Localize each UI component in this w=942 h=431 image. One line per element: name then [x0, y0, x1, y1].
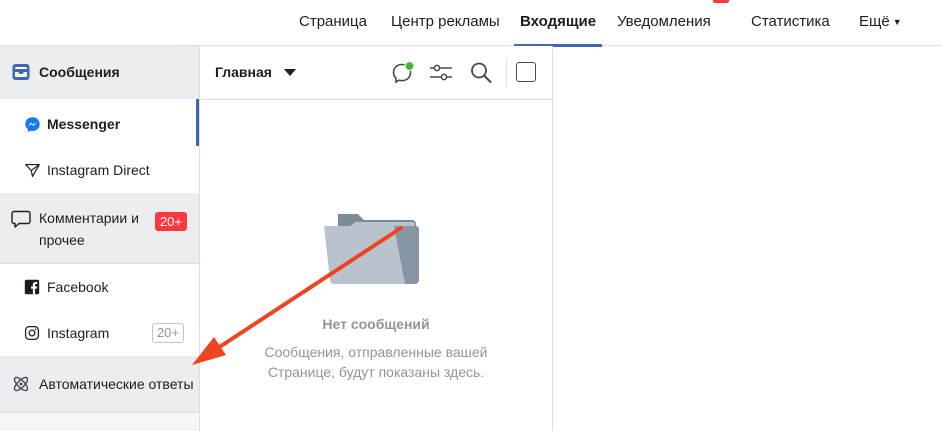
instagram-count-badge: 20+: [151, 323, 184, 343]
filter-settings-icon[interactable]: [428, 60, 454, 86]
sidebar-item-messages-label: Сообщения: [39, 64, 120, 80]
caret-down-icon[interactable]: [284, 69, 296, 76]
tab-more[interactable]: Ещё ▼: [859, 0, 902, 46]
folder-icon: [324, 214, 419, 284]
tab-inbox-label: Входящие: [520, 13, 597, 30]
facebook-icon: [22, 277, 42, 297]
chevron-down-icon: ▼: [892, 17, 902, 27]
paper-plane-icon: [22, 160, 42, 180]
empty-state-description: Сообщения, отправленные вашей Странице, …: [200, 342, 552, 382]
top-navigation: Страница Центр рекламы Входящие Уведомле…: [0, 0, 942, 47]
notifications-badge: 1: [712, 0, 729, 3]
sidebar-item-comments-label-line2: прочее: [39, 232, 85, 248]
tab-statistics-label: Статистика: [751, 13, 830, 30]
tab-ads-center[interactable]: Центр рекламы: [391, 0, 500, 46]
sidebar-item-messenger-label: Messenger: [47, 116, 121, 132]
tab-more-label: Ещё: [859, 13, 890, 30]
new-message-icon[interactable]: [390, 60, 416, 86]
tab-ads-center-label: Центр рекламы: [391, 13, 500, 30]
sidebar-item-comments[interactable]: Комментарии и прочее 20+: [0, 193, 199, 263]
conversation-list: Главная Нет сообщений Сообщения, отправл…: [200, 46, 553, 431]
inbox-sidebar: Сообщения Messenger Instagram Direct Ком…: [0, 46, 200, 431]
tab-inbox[interactable]: Входящие: [513, 0, 603, 47]
sidebar-item-instagram[interactable]: Instagram 20+: [0, 310, 199, 356]
sidebar-item-messages[interactable]: Сообщения: [0, 46, 199, 99]
comments-count-badge: 20+: [154, 212, 187, 231]
sidebar-item-instagram-label: Instagram: [47, 325, 110, 341]
sidebar-item-auto-replies[interactable]: Автоматические ответы: [0, 356, 199, 412]
speech-bubble-icon: [11, 209, 31, 229]
search-icon[interactable]: [468, 60, 494, 86]
sidebar-item-facebook-label: Facebook: [47, 279, 109, 295]
tab-statistics[interactable]: Статистика: [751, 0, 830, 46]
sidebar-item-comments-label-line1: Комментарии и: [39, 210, 139, 226]
empty-state-title: Нет сообщений: [322, 316, 430, 332]
sidebar-item-instagram-direct-label: Instagram Direct: [47, 162, 150, 178]
sidebar-item-messenger[interactable]: Messenger: [0, 99, 199, 146]
tab-page-label: Страница: [299, 13, 367, 30]
tab-page[interactable]: Страница: [299, 0, 367, 46]
folder-filter-dropdown[interactable]: Главная: [215, 64, 272, 80]
tab-notifications-label: Уведомления: [617, 13, 711, 30]
list-toolbar: Главная: [200, 46, 552, 100]
sidebar-item-instagram-direct[interactable]: Instagram Direct: [0, 146, 199, 193]
empty-state-description-line1: Сообщения, отправленные вашей: [264, 344, 488, 360]
divider: [0, 412, 199, 413]
sidebar-item-auto-replies-label: Автоматические ответы: [39, 376, 194, 392]
inbox-icon: [11, 62, 31, 82]
active-indicator: [196, 99, 199, 146]
atom-icon: [11, 374, 31, 394]
select-all-checkbox[interactable]: [516, 62, 536, 82]
toolbar-divider: [506, 59, 507, 87]
sidebar-item-facebook[interactable]: Facebook: [0, 264, 199, 310]
tab-notifications[interactable]: Уведомления 1: [617, 0, 729, 46]
empty-state-description-line2: Странице, будут показаны здесь.: [267, 364, 485, 380]
messenger-icon: [22, 114, 42, 134]
instagram-icon: [22, 323, 42, 343]
